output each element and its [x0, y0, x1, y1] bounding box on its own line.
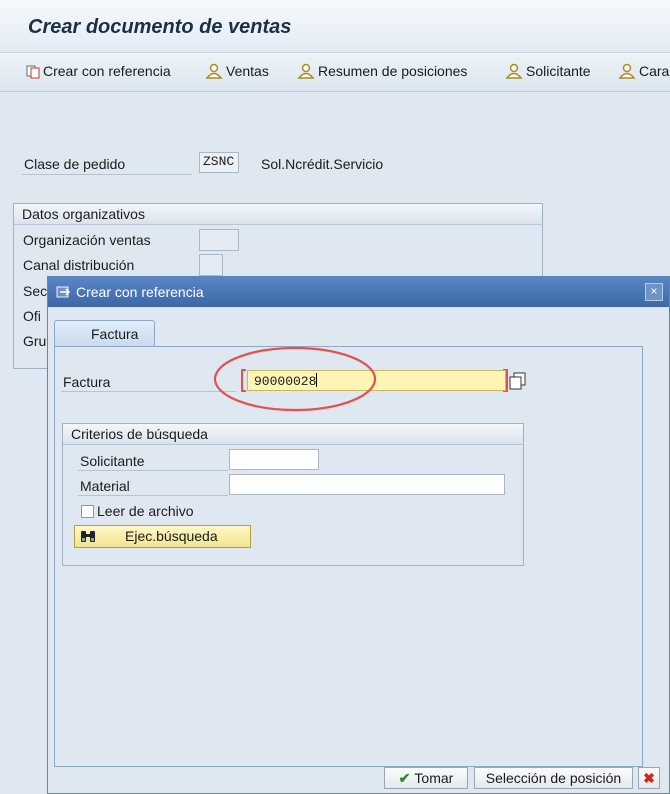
material-input[interactable]: [229, 474, 505, 495]
solicitante-input[interactable]: [229, 449, 319, 470]
person-icon: [205, 63, 223, 82]
dialog-close-button[interactable]: ×: [645, 283, 663, 301]
tab-factura-label: Factura: [91, 326, 139, 342]
select-position-button[interactable]: Selección de posición: [474, 767, 633, 789]
search-help-icon[interactable]: [509, 372, 527, 393]
ordering-party-button[interactable]: Solicitante: [505, 63, 591, 82]
search-criteria-header: Criterios de búsqueda: [63, 424, 523, 445]
take-button[interactable]: ✔ Tomar: [384, 767, 468, 789]
distribution-channel-label: Canal distribución: [23, 257, 135, 273]
title-bar: Crear documento de ventas: [0, 0, 670, 50]
sales-group-label: Gru: [23, 333, 47, 349]
sales-org-field[interactable]: [199, 229, 239, 251]
factura-label: Factura: [63, 374, 111, 390]
select-position-label: Selección de posición: [485, 770, 622, 786]
reference-icon: [56, 285, 71, 302]
checkmark-icon: ✔: [398, 770, 411, 786]
distribution-channel-field[interactable]: [199, 254, 223, 276]
order-type-description: Sol.Ncrédit.Servicio: [261, 156, 384, 172]
page-title: Crear documento de ventas: [28, 16, 292, 38]
material-label: Material: [80, 478, 130, 494]
person-icon: [297, 63, 315, 82]
sales-org-label: Organización ventas: [23, 232, 151, 248]
solicitante-underline: [78, 470, 228, 471]
application-toolbar: Crear con referencia Ventas Resumen de p…: [0, 52, 670, 92]
sector-label: Sec: [23, 283, 48, 299]
material-underline: [78, 495, 228, 496]
org-data-title: Datos organizativos: [22, 206, 145, 222]
sales-office-label: Ofi: [23, 308, 41, 324]
create-with-reference-label: Crear con referencia: [43, 63, 171, 79]
ordering-party-label: Solicitante: [526, 63, 591, 79]
highlight-oval: [213, 346, 377, 412]
cancel-icon: ✖: [643, 770, 655, 786]
tab-panel: Factura 90000028 Criterios de búsqueda S…: [54, 346, 643, 767]
search-criteria-title: Criterios de búsqueda: [71, 426, 208, 442]
solicitante-label: Solicitante: [80, 453, 145, 469]
cara-label: Cara: [639, 63, 670, 79]
dialog-title-bar: Crear con referencia ×: [48, 277, 669, 307]
order-type-underline: [22, 174, 192, 175]
execute-search-label: Ejec.búsqueda: [125, 528, 218, 544]
sales-label: Ventas: [226, 63, 269, 79]
archive-label: Leer de archivo: [97, 503, 194, 519]
item-overview-button[interactable]: Resumen de posiciones: [297, 63, 467, 82]
person-icon: [505, 63, 523, 82]
sales-button[interactable]: Ventas: [205, 63, 269, 82]
archive-checkbox[interactable]: [81, 505, 94, 518]
order-type-field[interactable]: ZSNC: [199, 152, 239, 173]
execute-search-button[interactable]: Ejec.búsqueda: [74, 525, 251, 548]
create-with-reference-dialog: Crear con referencia × Factura Factura 9…: [47, 276, 670, 794]
tab-factura[interactable]: Factura: [54, 320, 155, 347]
cancel-button[interactable]: ✖: [638, 767, 660, 789]
person-icon: [618, 63, 636, 82]
cara-button[interactable]: Cara: [618, 63, 669, 82]
take-label: Tomar: [414, 770, 454, 786]
binoculars-icon: [80, 529, 96, 547]
copy-icon: [26, 65, 40, 82]
org-data-header: Datos organizativos: [14, 204, 542, 225]
item-overview-label: Resumen de posiciones: [318, 63, 468, 79]
dialog-title: Crear con referencia: [76, 284, 204, 300]
order-type-label: Clase de pedido: [24, 156, 126, 172]
create-with-reference-button[interactable]: Crear con referencia: [26, 63, 171, 82]
